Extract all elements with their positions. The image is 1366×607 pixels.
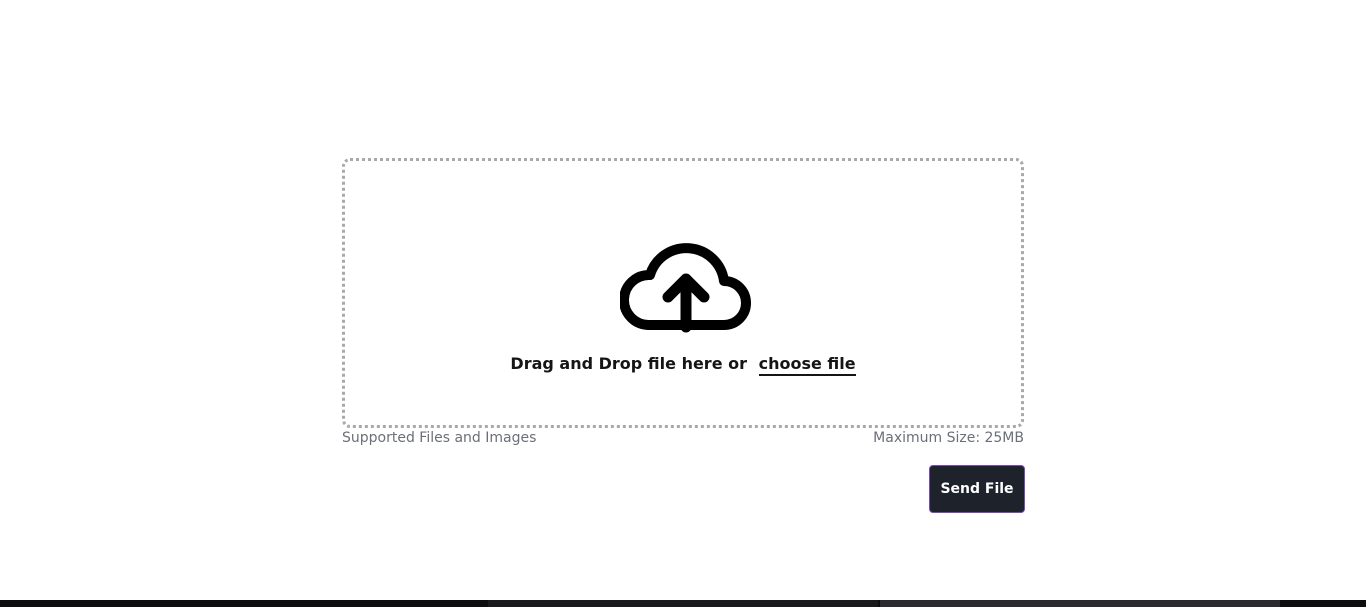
drop-instructions: Drag and Drop file here or choose file bbox=[345, 354, 1021, 376]
bottom-bar-segment bbox=[488, 600, 878, 607]
cloud-upload-icon bbox=[620, 243, 751, 333]
bottom-bar bbox=[0, 600, 1366, 607]
drop-text: Drag and Drop file here or bbox=[510, 354, 747, 373]
upload-page: Drag and Drop file here or choose file S… bbox=[0, 0, 1366, 607]
send-file-button[interactable]: Send File bbox=[929, 465, 1025, 513]
choose-file-link[interactable]: choose file bbox=[758, 354, 856, 376]
bottom-bar-segment bbox=[880, 600, 1280, 607]
supported-files-hint: Supported Files and Images bbox=[342, 430, 537, 446]
file-dropzone[interactable]: Drag and Drop file here or choose file bbox=[342, 158, 1024, 428]
max-size-hint: Maximum Size: 25MB bbox=[873, 430, 1024, 446]
